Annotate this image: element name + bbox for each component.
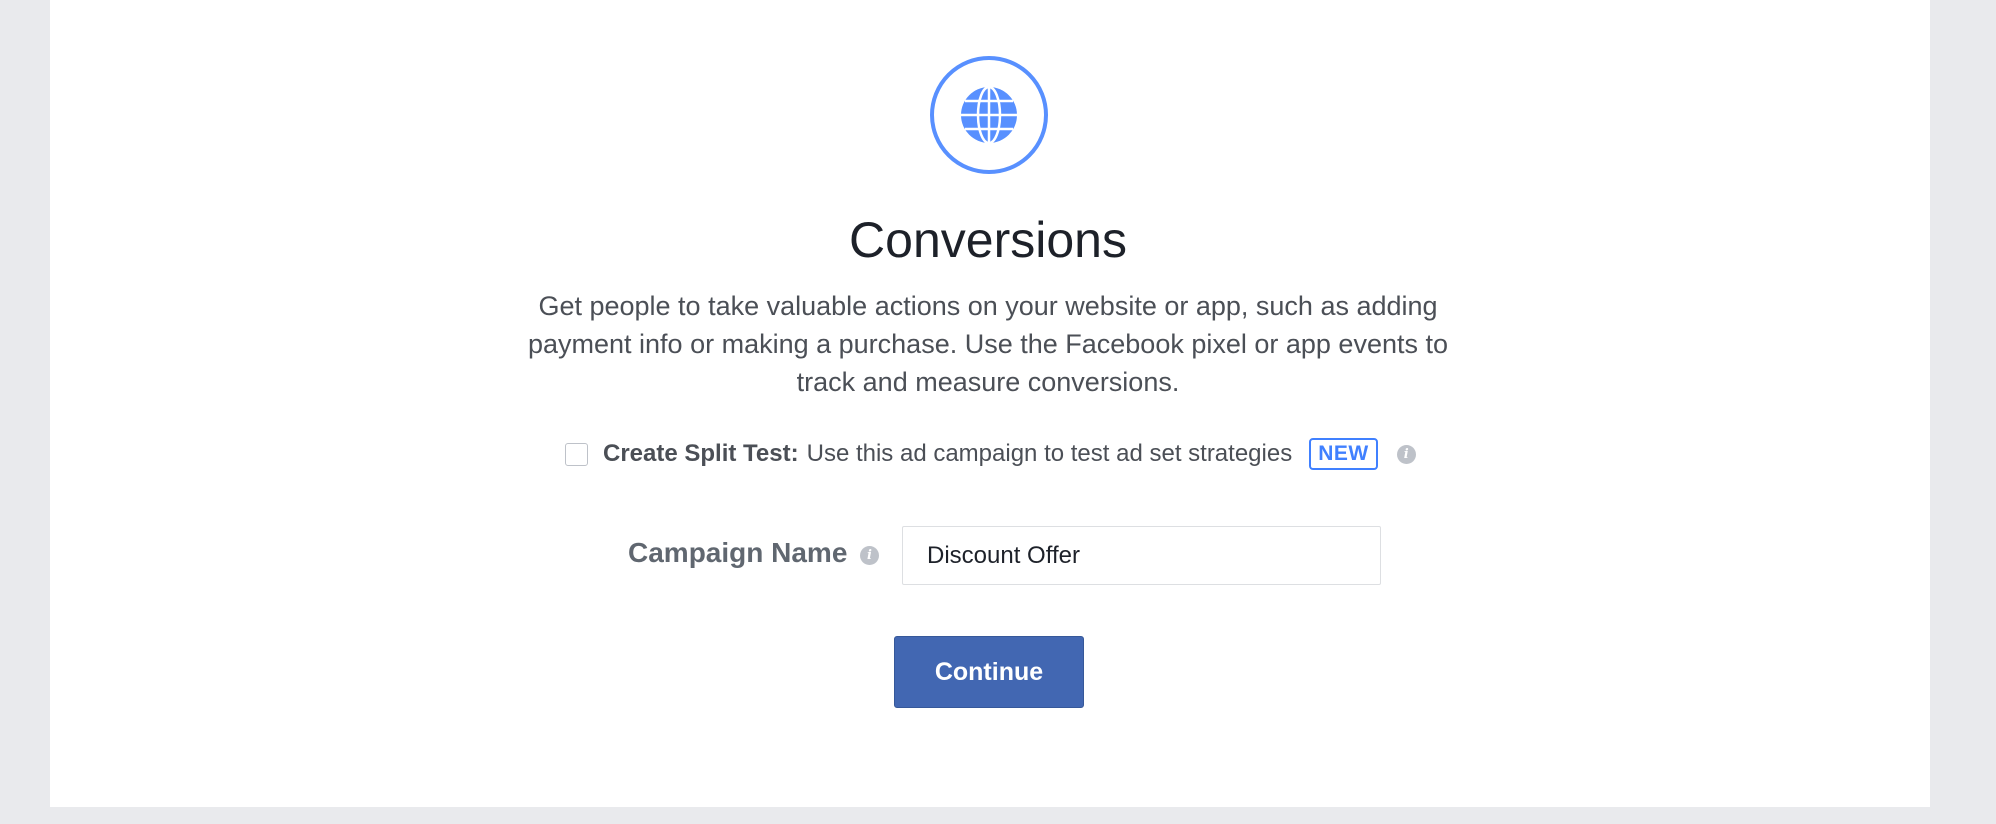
new-badge: NEW <box>1309 438 1378 470</box>
campaign-name-label: Campaign Name <box>628 537 848 568</box>
info-icon[interactable]: i <box>860 546 879 565</box>
objective-description: Get people to take valuable actions on y… <box>527 291 1449 397</box>
globe-icon <box>929 55 1049 175</box>
campaign-name-input[interactable] <box>902 526 1381 585</box>
split-test-description: Use this ad campaign to test ad set stra… <box>806 440 1293 467</box>
split-test-row: Create Split Test: Use this ad campaign … <box>565 438 1416 470</box>
split-test-checkbox[interactable] <box>565 442 588 466</box>
objective-title: Conversions <box>849 212 1127 268</box>
continue-button[interactable]: Continue <box>894 636 1084 708</box>
info-icon[interactable]: i <box>1396 444 1416 464</box>
split-test-label: Create Split Test: <box>603 440 799 467</box>
